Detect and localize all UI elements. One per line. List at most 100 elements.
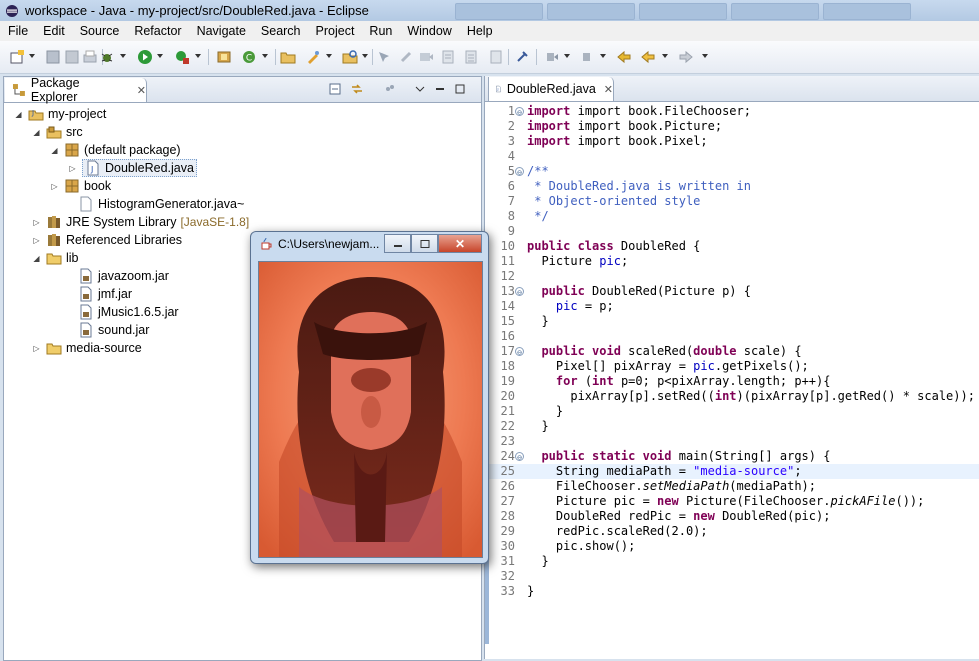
library-icon [48,234,60,246]
external-tools-icon[interactable] [174,49,190,65]
menu-help[interactable]: Help [459,24,500,38]
tree-item-book[interactable]: ▷ book [50,177,111,195]
toggle-block-selection-icon[interactable] [398,49,414,65]
new-class-icon[interactable]: C [241,49,257,65]
picture-window-title: C:\Users\newjam... [278,237,380,251]
tree-item-src[interactable]: ◢ src [32,123,82,141]
collapsed-arrow-icon[interactable]: ▷ [50,182,59,191]
chevron-down-icon[interactable] [414,83,426,95]
save-icon[interactable] [45,49,61,65]
close-icon[interactable]: ✕ [604,83,613,96]
source-folder-icon [46,126,62,139]
tree-item-default-package[interactable]: ◢ (default package) [50,141,180,159]
menu-window[interactable]: Window [399,24,458,38]
code-line: 9 [507,224,515,238]
next-annotation-icon[interactable] [440,49,456,65]
collapsed-arrow-icon[interactable]: ▷ [32,236,41,245]
code-line: 29 redPic.scaleRed(2.0); [500,524,708,538]
menu-file[interactable]: File [0,24,35,38]
prev-edit-icon[interactable] [580,49,596,65]
link-with-editor-icon[interactable] [351,83,363,95]
code-line: 2 import import book.Picture; [507,119,723,133]
editor-tabbar: J DoubleRed.java ✕ [485,76,979,102]
prev-annotation-icon[interactable] [463,49,479,65]
tree-item-media-source[interactable]: ▷ media-source [32,339,141,357]
minimize-icon [393,244,402,247]
code-line: 31 } [500,554,549,568]
tree-item-histogramgenerator[interactable]: HistogramGenerator.java~ [64,195,244,213]
toggle-mark-occurrences-icon[interactable] [376,49,392,65]
minimize-icon[interactable] [434,83,446,95]
menu-edit[interactable]: Edit [35,24,72,38]
run-icon[interactable] [137,49,153,65]
fold-toggle-icon[interactable]: ⊖ [515,452,524,462]
fold-toggle-icon[interactable]: ⊖ [515,167,524,177]
tree-item-javazoom-jar[interactable]: javazoom.jar [64,267,169,285]
tree-item-decoration: [JavaSE-1.8] [180,215,250,229]
fold-toggle-icon[interactable]: ⊖ [515,347,524,357]
code-line: 6 * DoubleRed.java is written in [507,179,751,193]
search-icon[interactable] [342,49,358,65]
last-edit-location-icon[interactable] [488,49,504,65]
close-icon[interactable]: ✕ [137,84,146,97]
tab-package-explorer[interactable]: Package Explorer ✕ [5,76,147,104]
tree-item-label: JRE System Library [66,215,177,229]
forward-icon[interactable] [678,49,694,65]
package-explorer-tabbar: Package Explorer ✕ [4,76,481,104]
menu-run[interactable]: Run [361,24,399,38]
tree-item-lib[interactable]: ◢ lib [32,249,78,267]
next-edit-icon[interactable] [544,49,560,65]
window-controls: ✕ [384,234,482,253]
close-icon: ✕ [454,236,466,251]
picture-window[interactable]: C:\Users\newjam... ✕ [250,231,489,564]
menu-search[interactable]: Search [253,24,308,38]
view-menu-icon[interactable] [384,83,396,95]
collapsed-arrow-icon[interactable]: ▷ [68,164,77,173]
close-button[interactable]: ✕ [438,234,482,253]
tree-item-label: sound.jar [98,323,150,337]
new-java-project-icon[interactable] [216,49,232,65]
java-file-icon: J [496,85,501,93]
new-icon[interactable] [9,49,25,65]
show-whitespace-icon[interactable] [418,49,434,65]
save-all-icon[interactable] [64,49,80,65]
tree-item-referenced-libraries[interactable]: ▷ Referenced Libraries [32,231,182,249]
code-line: 16 [500,329,515,343]
tab-doublered-label: DoubleRed.java [506,82,596,96]
expanded-arrow-icon[interactable]: ◢ [32,128,41,137]
back-to-last-edit-icon[interactable] [616,49,632,65]
fold-toggle-icon[interactable]: ⊖ [515,287,524,297]
collapse-all-icon[interactable] [329,83,341,95]
pin-editor-icon[interactable] [514,49,530,65]
fold-toggle-icon[interactable]: ⊖ [515,107,524,117]
debug-icon[interactable] [99,49,115,65]
maximize-icon[interactable] [454,83,466,95]
tree-item-jre-system-library[interactable]: ▷ JRE System Library [JavaSE-1.8] [32,213,249,231]
code-line: 26 FileChooser.setMediaPath(mediaPath); [500,479,816,493]
collapsed-arrow-icon[interactable]: ▷ [32,218,41,227]
tree-item-doublered-java[interactable]: ▷ J DoubleRed.java [68,159,197,177]
collapsed-arrow-icon[interactable]: ▷ [32,344,41,353]
menu-source[interactable]: Source [72,24,127,38]
tree-item-sound-jar[interactable]: sound.jar [64,321,149,339]
back-icon[interactable] [640,49,656,65]
open-type-icon[interactable] [280,49,296,65]
expanded-arrow-icon[interactable]: ◢ [32,254,41,263]
tree-item-my-project[interactable]: ◢ J my-project [14,105,106,123]
tab-doublered-java[interactable]: J DoubleRed.java ✕ [488,77,614,101]
print-icon[interactable] [82,49,98,65]
expanded-arrow-icon[interactable]: ◢ [14,110,23,119]
code-line: 5 ⊖/** [507,164,549,178]
library-icon [48,216,60,228]
code-line: 28 DoubleRed redPic = new DoubleRed(pic)… [500,509,831,523]
expanded-arrow-icon[interactable]: ◢ [50,146,59,155]
maximize-button[interactable] [411,234,438,253]
tree-item-jmusic-jar[interactable]: jMusic1.6.5.jar [64,303,179,321]
open-task-icon[interactable] [305,49,321,65]
menu-project[interactable]: Project [308,24,362,38]
menu-bar: File Edit Source Refactor Navigate Searc… [0,21,979,41]
menu-navigate[interactable]: Navigate [189,24,253,38]
minimize-button[interactable] [384,234,411,253]
tree-item-jmf-jar[interactable]: jmf.jar [64,285,132,303]
menu-refactor[interactable]: Refactor [126,24,188,38]
